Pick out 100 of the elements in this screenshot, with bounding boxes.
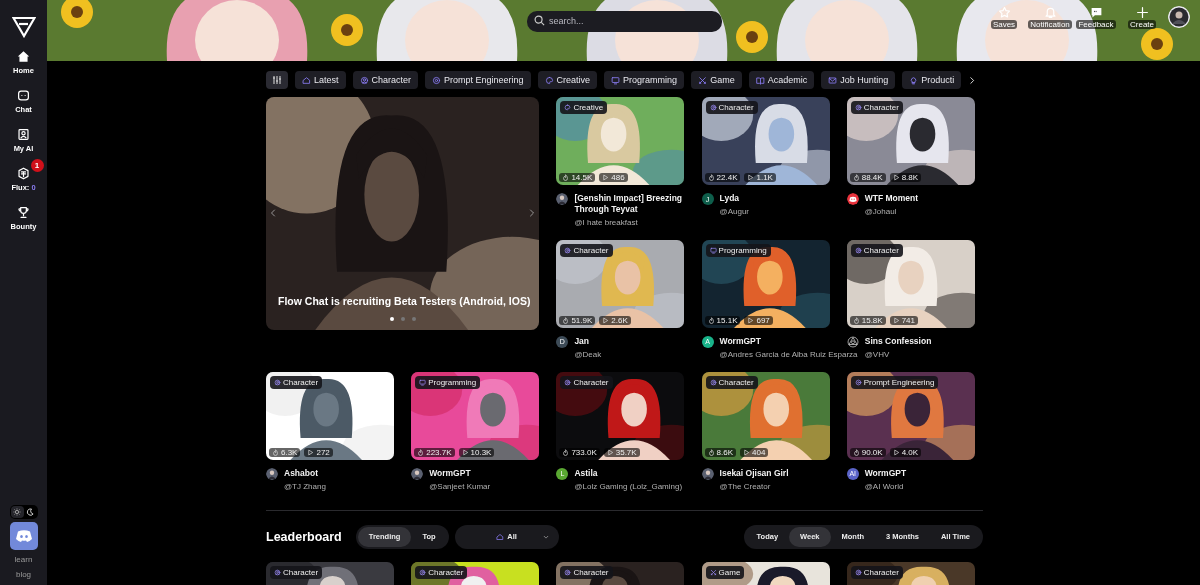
plays-count: 404	[740, 447, 769, 457]
author-name: @Andres Garcia de Alba Ruiz Esparza	[719, 349, 858, 359]
book-icon	[755, 75, 765, 85]
flame-icon	[562, 448, 570, 456]
user-circle-icon	[359, 75, 369, 85]
flame-icon	[562, 174, 570, 181]
likes-count: 51.9K	[559, 315, 596, 325]
banner-title: Flow Chat is recruiting Beta Testers (Android, IOS)	[278, 295, 531, 307]
caret-icon	[542, 533, 549, 540]
user-circle-icon	[274, 378, 281, 386]
plays-count: 697	[744, 315, 773, 325]
bot-title[interactable]: WTF Moment	[864, 193, 975, 205]
light-mode-button[interactable]	[10, 506, 24, 518]
plays-count: 272	[304, 447, 333, 457]
category-chip[interactable]: Character	[352, 71, 419, 89]
flame-icon	[562, 316, 570, 324]
user-circle-icon	[564, 568, 572, 576]
bot-title[interactable]: Sins Confession	[864, 335, 975, 348]
user-circle-icon	[419, 568, 427, 576]
category-chip[interactable]: Programming	[604, 71, 685, 89]
plays-count: 2.6K	[599, 315, 631, 325]
category-chip[interactable]: Creative	[537, 71, 598, 89]
action-label[interactable]: Feedback	[1076, 20, 1116, 29]
chat-bot-icon	[17, 89, 30, 102]
play-icon	[602, 174, 610, 181]
logo-icon[interactable]	[11, 16, 36, 38]
play-icon	[747, 174, 755, 181]
plays-count: 486	[599, 173, 628, 182]
plays-count: 1.1K	[744, 173, 776, 182]
discord-icon	[846, 193, 859, 205]
action-label[interactable]: Create	[1128, 20, 1156, 29]
palette-icon	[544, 75, 554, 85]
bot-title[interactable]: WormGPT	[719, 335, 858, 348]
bot-title[interactable]: Isekai Ojisan Girl	[719, 467, 830, 480]
likes-count: 22.4K	[704, 173, 741, 182]
category-chip[interactable]: Job Hunting	[821, 71, 896, 89]
bot-title[interactable]: WormGPT	[864, 467, 975, 480]
carousel-dot[interactable]	[400, 317, 405, 321]
feedback-icon	[1089, 6, 1103, 19]
likes-count: 88.4K	[849, 173, 886, 182]
user-circle-icon	[854, 104, 862, 111]
bot-title[interactable]: [Genshin Impact] Breezing Through Teyvat	[574, 193, 685, 216]
user-circle-icon	[854, 568, 862, 576]
plays-count: 4.0K	[889, 447, 922, 457]
flame-icon	[272, 448, 279, 456]
bot-title[interactable]: Ashabot	[284, 467, 394, 480]
flame-icon	[707, 174, 715, 181]
home-icon	[17, 50, 30, 63]
plays-count: 741	[889, 315, 918, 325]
bot-title[interactable]: Jan	[574, 335, 685, 348]
carousel-dot[interactable]	[389, 317, 394, 321]
play-icon	[602, 316, 610, 324]
author-name: @TJ Zhang	[284, 481, 327, 491]
discord-button[interactable]	[9, 522, 38, 550]
flame-icon	[852, 448, 860, 456]
user-circle-icon	[854, 246, 862, 254]
author-name: @Augur	[719, 207, 751, 216]
play-icon	[307, 448, 315, 456]
likes-count: 8.6K	[704, 447, 737, 457]
bot-title[interactable]: Lyda	[719, 193, 830, 205]
bot-title[interactable]: WormGPT	[429, 467, 540, 480]
home-icon	[302, 75, 311, 85]
category-chip[interactable]: Producti	[902, 71, 962, 89]
play-icon	[892, 174, 900, 181]
bot-title[interactable]: Astila	[574, 467, 685, 480]
user-circle-icon	[709, 104, 717, 111]
flame-icon	[852, 174, 860, 181]
flame-icon	[852, 316, 860, 324]
sliders-icon	[272, 75, 282, 85]
user-avatar[interactable]	[1168, 6, 1190, 28]
carousel-dot[interactable]	[411, 317, 416, 321]
play-icon	[606, 448, 614, 456]
author-name: @Sanjeet Kumar	[429, 481, 492, 491]
action-label[interactable]: Notification	[1028, 20, 1072, 29]
notification-badge: 1	[30, 159, 44, 172]
profile-card-icon	[17, 128, 30, 141]
flame-icon	[417, 448, 425, 456]
footer-link[interactable]: blog	[15, 570, 32, 579]
action-label[interactable]: Saves	[990, 20, 1018, 29]
user-circle-icon	[274, 568, 281, 576]
play-icon	[747, 316, 755, 324]
user-circle-icon	[564, 246, 572, 254]
dark-mode-button[interactable]	[23, 506, 37, 518]
likes-count: 15.1K	[704, 315, 741, 325]
plays-count: 8.8K	[889, 173, 922, 182]
monitor-icon	[709, 246, 717, 254]
cube-icon	[17, 167, 30, 180]
likes-count: 223.7K	[414, 447, 455, 457]
category-chip[interactable]: Prompt Engineering	[425, 71, 531, 89]
likes-count: 14.5K	[559, 173, 596, 182]
author-name: @Johaul	[864, 207, 898, 216]
category-chip[interactable]: Game	[691, 71, 742, 89]
monitor-icon	[611, 75, 621, 85]
filter-button[interactable]	[266, 71, 288, 89]
author-name: @Deak	[574, 349, 603, 359]
category-chip[interactable]: Academic	[748, 71, 815, 89]
trophy-icon	[17, 206, 30, 219]
home-icon	[496, 532, 505, 541]
category-chip[interactable]: Latest	[295, 71, 346, 89]
footer-link[interactable]: learn	[14, 555, 33, 564]
